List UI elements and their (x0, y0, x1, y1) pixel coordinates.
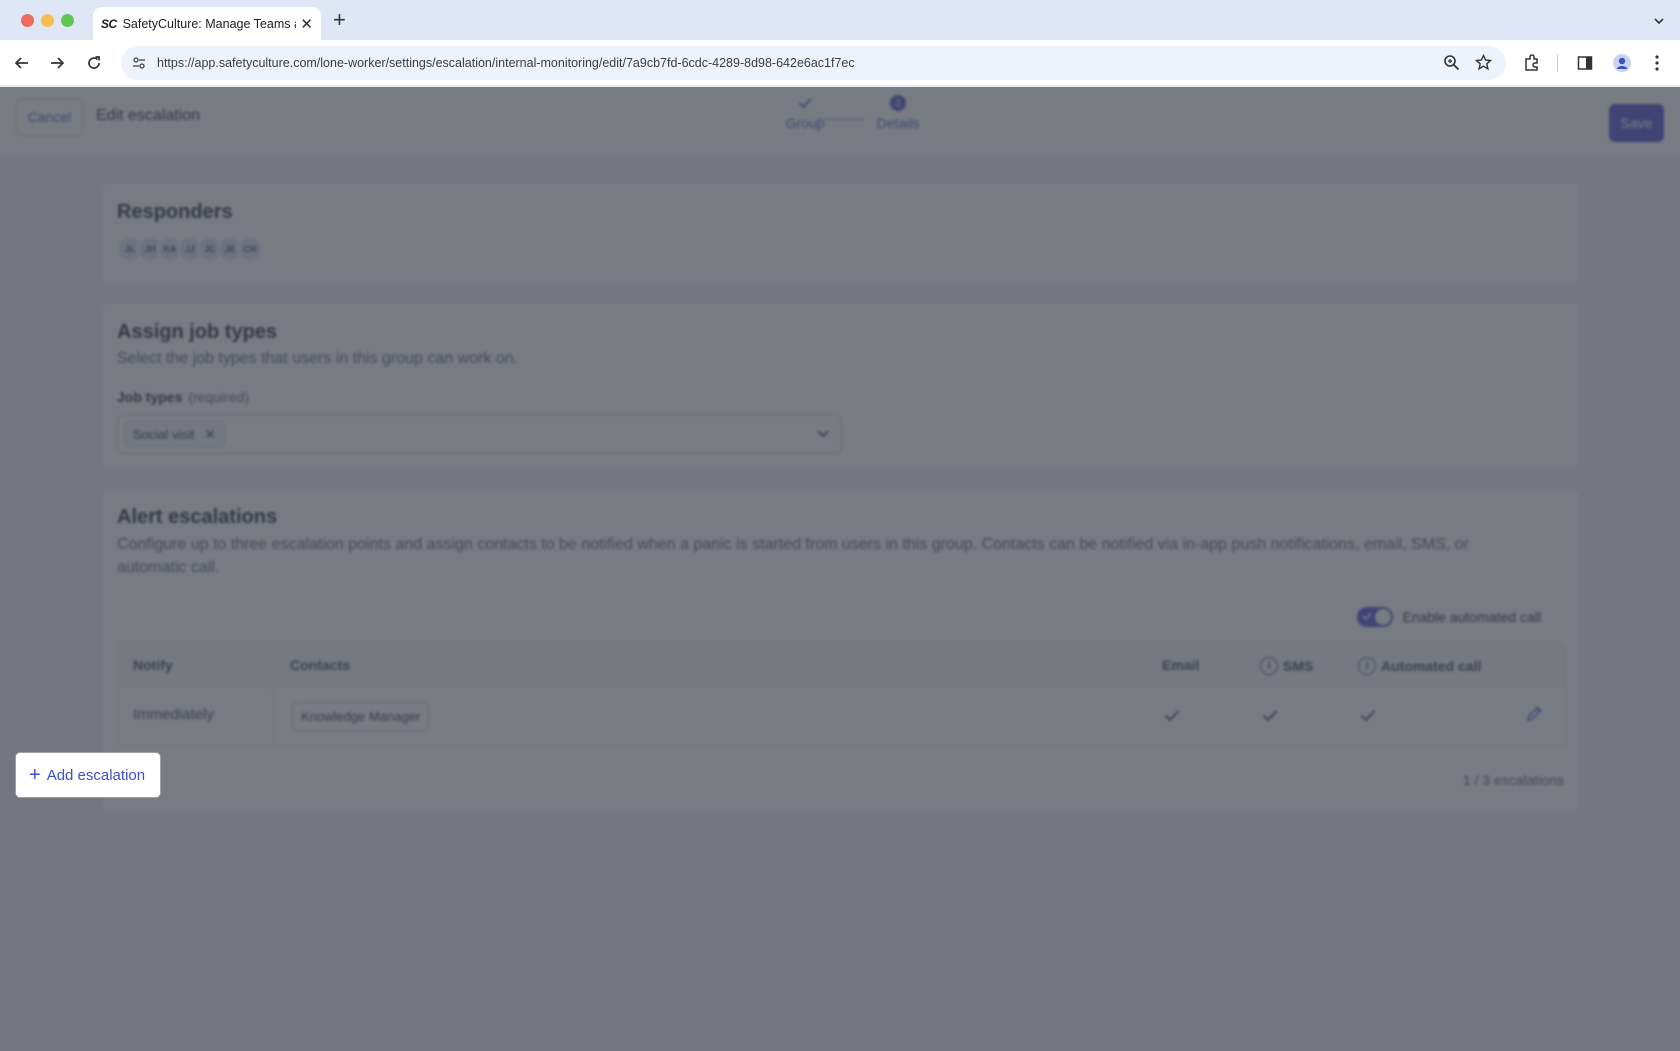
cancel-button[interactable]: Cancel (16, 98, 83, 136)
job-types-label: Job types (required) (117, 389, 250, 405)
responders-card: Responders JL JH KA JJ JC JE CH (101, 182, 1580, 284)
tab-title: SafetyCulture: Manage Teams and... (122, 16, 297, 31)
address-bar[interactable]: https://app.safetyculture.com/lone-worke… (121, 46, 1506, 80)
job-types-description: Select the job types that users in this … (117, 350, 519, 367)
avatar: CH (237, 236, 263, 262)
browser-tab-strip: SC SafetyCulture: Manage Teams and... ✕ … (0, 0, 1680, 40)
url-text: https://app.safetyculture.com/lone-worke… (157, 56, 855, 70)
new-tab-icon[interactable]: + (333, 9, 346, 31)
automated-call-toggle-row: Enable automated call (1357, 607, 1541, 627)
add-escalation-button[interactable]: + Add escalation (16, 753, 160, 797)
plus-icon: + (29, 764, 41, 786)
pencil-icon[interactable] (1525, 705, 1543, 728)
column-notify: Notify (133, 657, 173, 673)
info-icon[interactable]: i (1260, 657, 1278, 675)
toolbar-divider (1557, 54, 1558, 72)
escalations-table: Notify Contacts Email i SMS i Automated ca… (117, 642, 1566, 747)
menu-icon[interactable] (1645, 51, 1669, 75)
job-type-chip-label: Social visit (133, 426, 195, 442)
reload-icon[interactable] (82, 51, 106, 75)
chevron-down-icon[interactable] (815, 425, 831, 446)
contact-chip: Knowledge Manager (292, 702, 430, 731)
check-icon (1362, 612, 1373, 621)
stepper: Group 2 Details (770, 95, 920, 145)
table-header: Notify Contacts Email i SMS i Automated ca… (118, 643, 1565, 687)
window-maximize-button[interactable] (61, 14, 74, 27)
required-indicator: (required) (188, 389, 250, 405)
table-row: Immediately Knowledge Manager (118, 687, 1565, 746)
column-email: Email (1162, 657, 1200, 673)
page-header: Cancel Edit escalation Group 2 Details S… (0, 87, 1680, 157)
window-close-button[interactable] (21, 14, 34, 27)
step-group[interactable]: Group (770, 95, 840, 131)
column-divider (273, 687, 274, 746)
sms-check-icon (1262, 709, 1278, 727)
column-automated-call: i Automated call (1358, 657, 1481, 675)
tab-close-icon[interactable]: ✕ (300, 15, 313, 33)
back-icon[interactable] (10, 51, 34, 75)
call-check-icon (1360, 709, 1376, 727)
escalation-count: 1 / 3 escalations (1462, 772, 1564, 788)
browser-toolbar: https://app.safetyculture.com/lone-worke… (0, 40, 1680, 86)
job-types-title: Assign job types (117, 321, 278, 343)
info-icon[interactable]: i (1358, 657, 1376, 675)
extensions-icon[interactable] (1520, 51, 1544, 75)
star-icon[interactable] (1474, 53, 1493, 76)
step-number: 2 (890, 95, 906, 111)
notify-cell: Immediately (133, 706, 214, 723)
save-button[interactable]: Save (1609, 104, 1664, 142)
alert-escalations-description: Configure up to three escalation points … (117, 536, 1469, 576)
remove-chip-icon[interactable]: ✕ (204, 426, 216, 443)
browser-tab[interactable]: SC SafetyCulture: Manage Teams and... ✕ (93, 7, 321, 40)
site-info-icon[interactable] (129, 53, 149, 73)
app-viewport: Cancel Edit escalation Group 2 Details S… (0, 87, 1680, 1051)
window-minimize-button[interactable] (41, 14, 54, 27)
zoom-icon[interactable] (1443, 54, 1460, 76)
toggle-knob (1375, 609, 1392, 625)
column-sms: i SMS (1260, 657, 1313, 675)
forward-icon[interactable] (45, 51, 69, 75)
column-contacts: Contacts (290, 657, 350, 673)
safetyculture-logo-icon: SC (101, 16, 117, 31)
responder-avatars[interactable]: JL JH KA JJ JC JE CH (117, 236, 263, 262)
step-label: Details (876, 115, 920, 131)
job-types-select[interactable]: Social visit ✕ (117, 414, 842, 454)
email-check-icon (1164, 709, 1180, 727)
step-label: Group (785, 115, 825, 131)
side-panel-icon[interactable] (1573, 51, 1597, 75)
check-icon (797, 95, 813, 111)
automated-call-toggle[interactable] (1357, 607, 1394, 627)
automated-call-label: Enable automated call (1402, 609, 1541, 625)
step-details[interactable]: 2 Details (863, 95, 933, 131)
job-types-card: Assign job types Select the job types th… (101, 302, 1580, 470)
alert-escalations-card: Alert escalations Configure up to three … (101, 488, 1580, 813)
job-type-chip: Social visit ✕ (124, 421, 226, 447)
alert-escalations-title: Alert escalations (117, 506, 278, 528)
tab-search-chevron-icon[interactable] (1648, 10, 1670, 32)
page-title: Edit escalation (96, 107, 201, 124)
add-escalation-label: Add escalation (46, 766, 146, 784)
responders-title: Responders (117, 201, 233, 223)
profile-icon[interactable] (1610, 51, 1634, 75)
